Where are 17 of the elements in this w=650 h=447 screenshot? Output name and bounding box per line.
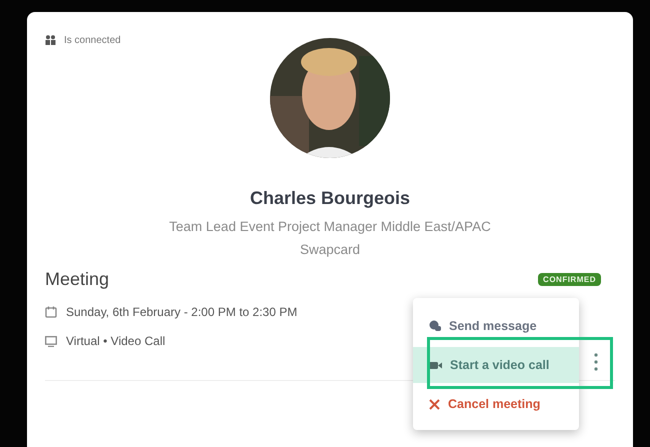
people-icon bbox=[45, 35, 56, 45]
section-title: Meeting bbox=[45, 269, 110, 290]
connection-status: Is connected bbox=[64, 34, 121, 46]
monitor-icon bbox=[45, 336, 57, 346]
chat-icon bbox=[429, 320, 441, 332]
job-title: Team Lead Event Project Manager Middle East/APAC bbox=[169, 219, 491, 234]
menu-item[interactable]: Cancel meeting bbox=[413, 386, 579, 422]
calendar-icon bbox=[45, 306, 57, 318]
person-name: Charles Bourgeois bbox=[250, 188, 410, 209]
menu-item[interactable]: Send message bbox=[413, 308, 579, 344]
meeting-detail: Virtual • Video Call bbox=[66, 334, 166, 348]
meeting-detail: Sunday, 6th February - 2:00 PM to 2:30 PM bbox=[66, 305, 298, 319]
more-options-icon[interactable] bbox=[594, 353, 598, 371]
company-name: Swapcard bbox=[300, 242, 360, 257]
menu-item[interactable]: Start a video call bbox=[413, 347, 579, 383]
status-badge: CONFIRMED bbox=[538, 273, 601, 286]
close-icon bbox=[429, 398, 440, 410]
